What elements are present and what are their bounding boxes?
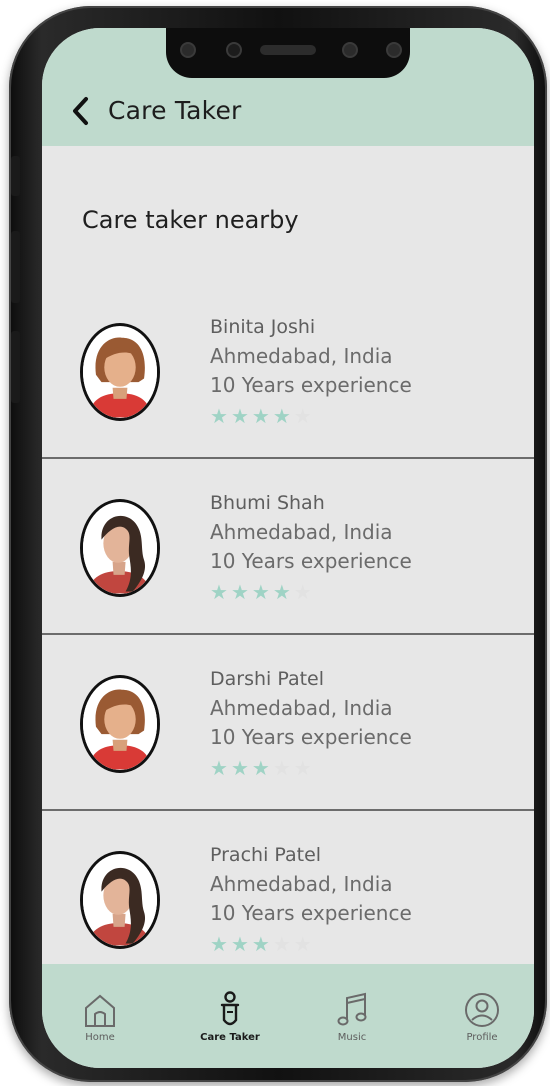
avatar: [80, 323, 160, 421]
caretaker-info: Bhumi Shah Ahmedabad, India 10 Years exper…: [210, 489, 412, 604]
caretaker-location: Ahmedabad, India: [210, 344, 393, 368]
caretaker-name: Bhumi Shah: [210, 492, 325, 514]
caretaker-row[interactable]: Darshi Patel Ahmedabad, India 10 Years exp…: [42, 635, 534, 811]
camera-icon: [342, 42, 358, 58]
star-rating: ★ ★ ★ ★ ★: [210, 580, 412, 604]
sensor-icon: [180, 42, 196, 58]
star-filled-icon: ★: [230, 756, 249, 780]
star-filled-icon: ★: [272, 404, 291, 428]
caretaker-location: Ahmedabad, India: [210, 696, 393, 720]
caretaker-name: Prachi Patel: [210, 844, 322, 866]
avatar: [80, 851, 160, 949]
star-filled-icon: ★: [210, 756, 228, 780]
star-filled-icon: ★: [210, 932, 228, 956]
caretaker-name: Darshi Patel: [210, 668, 325, 690]
nav-care-taker[interactable]: Care Taker: [190, 990, 270, 1043]
caretaker-name: Binita Joshi: [210, 316, 316, 338]
star-filled-icon: ★: [210, 580, 228, 604]
star-filled-icon: ★: [251, 756, 270, 780]
nav-home[interactable]: Home: [60, 990, 140, 1043]
caretaker-location: Ahmedabad, India: [210, 520, 393, 544]
star-empty-icon: ★: [272, 932, 291, 956]
star-empty-icon: ★: [272, 756, 291, 780]
nav-music[interactable]: Music: [312, 990, 392, 1043]
caretaker-row[interactable]: Binita Joshi Ahmedabad, India 10 Years exp…: [42, 283, 534, 459]
bottom-navigation: Home Care Taker Music Profile: [42, 964, 534, 1068]
star-filled-icon: ★: [230, 932, 249, 956]
caretaker-experience: 10 Years experience: [210, 373, 412, 397]
star-filled-icon: ★: [230, 404, 249, 428]
nav-label: Care Taker: [200, 1032, 260, 1043]
caretaker-location: Ahmedabad, India: [210, 872, 393, 896]
star-empty-icon: ★: [293, 756, 312, 780]
caretaker-info: Darshi Patel Ahmedabad, India 10 Years exp…: [210, 665, 412, 780]
page-title: Care Taker: [108, 96, 242, 125]
avatar: [80, 499, 160, 597]
star-empty-icon: ★: [293, 580, 312, 604]
star-filled-icon: ★: [272, 580, 291, 604]
caretaker-row[interactable]: Bhumi Shah Ahmedabad, India 10 Years exper…: [42, 459, 534, 635]
volume-down-button: [11, 331, 20, 403]
section-title: Care taker nearby: [82, 206, 299, 234]
caretaker-row[interactable]: Prachi Patel Ahmedabad, India 10 Years exp…: [42, 811, 534, 987]
care-taker-icon: [190, 990, 270, 1030]
back-arrow-icon[interactable]: [70, 96, 92, 126]
sensor-icon: [386, 42, 402, 58]
star-empty-icon: ★: [293, 932, 312, 956]
mute-switch: [11, 156, 20, 196]
star-filled-icon: ★: [230, 580, 249, 604]
screen: Care Taker Care taker nearby Binita Josh…: [42, 28, 534, 1068]
avatar: [80, 675, 160, 773]
star-rating: ★ ★ ★ ★ ★: [210, 756, 412, 780]
nav-label: Home: [85, 1032, 115, 1043]
caretaker-info: Binita Joshi Ahmedabad, India 10 Years exp…: [210, 313, 412, 428]
caretaker-experience: 10 Years experience: [210, 901, 412, 925]
star-empty-icon: ★: [293, 404, 312, 428]
nav-profile[interactable]: Profile: [442, 990, 522, 1043]
phone-frame: Care Taker Care taker nearby Binita Josh…: [9, 6, 547, 1082]
star-rating: ★ ★ ★ ★ ★: [210, 404, 412, 428]
star-filled-icon: ★: [251, 404, 270, 428]
music-icon: [312, 990, 392, 1030]
star-filled-icon: ★: [251, 932, 270, 956]
profile-icon: [442, 990, 522, 1030]
volume-up-button: [11, 231, 20, 303]
caretaker-list: Binita Joshi Ahmedabad, India 10 Years exp…: [42, 283, 534, 987]
star-filled-icon: ★: [251, 580, 270, 604]
nav-label: Profile: [466, 1032, 498, 1043]
sensor-icon: [226, 42, 242, 58]
nav-label: Music: [337, 1032, 367, 1043]
star-filled-icon: ★: [210, 404, 228, 428]
home-icon: [60, 990, 140, 1030]
caretaker-experience: 10 Years experience: [210, 549, 412, 573]
caretaker-experience: 10 Years experience: [210, 725, 412, 749]
caretaker-info: Prachi Patel Ahmedabad, India 10 Years exp…: [210, 841, 412, 956]
speaker-grille: [260, 45, 316, 55]
star-rating: ★ ★ ★ ★ ★: [210, 932, 412, 956]
notch: [166, 28, 410, 78]
